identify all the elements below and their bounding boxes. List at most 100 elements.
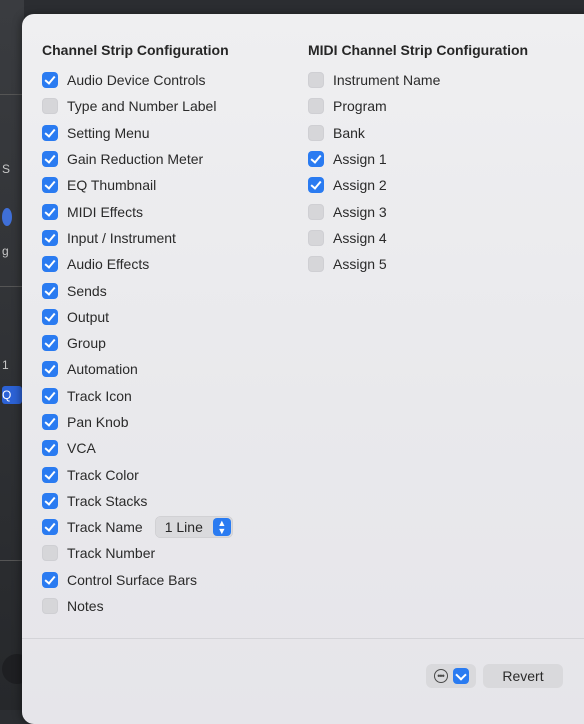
option-type-and-number-label[interactable]: Type and Number Label — [42, 93, 233, 119]
option-label: VCA — [67, 440, 96, 457]
option-label: Assign 5 — [333, 256, 387, 273]
checkbox[interactable] — [42, 124, 58, 141]
checkbox[interactable] — [42, 177, 58, 194]
checkbox[interactable] — [42, 571, 58, 588]
option-label: Assign 3 — [333, 203, 387, 220]
option-label: Gain Reduction Meter — [67, 151, 204, 168]
options-menu-button[interactable]: ••• — [426, 664, 476, 688]
option-gain-reduction-meter[interactable]: Gain Reduction Meter — [42, 146, 233, 172]
background-fragment: 1 — [2, 358, 9, 372]
checkbox[interactable] — [42, 98, 58, 115]
option-label: Pan Knob — [67, 414, 129, 430]
option-vca[interactable]: VCA — [42, 435, 233, 461]
option-bank[interactable]: Bank — [308, 120, 528, 146]
channel-strip-configuration-popover: Channel Strip Configuration Audio Device… — [22, 14, 584, 724]
checkbox[interactable] — [42, 361, 58, 378]
option-label: Group — [67, 335, 106, 352]
option-label: Input / Instrument — [67, 229, 176, 246]
option-label: Track Icon — [67, 387, 132, 404]
midi-channel-strip-column: MIDI Channel Strip Configuration Instrum… — [308, 40, 528, 277]
option-label: Assign 4 — [333, 229, 387, 246]
checkbox[interactable] — [42, 72, 58, 89]
option-control-surface-bars[interactable]: Control Surface Bars — [42, 567, 233, 593]
background-divider — [0, 94, 22, 95]
track-name-lines-select[interactable]: 1 Line ▲ ▼ — [154, 516, 233, 539]
footer-divider — [22, 638, 584, 639]
option-track-number[interactable]: Track Number — [42, 540, 233, 566]
chevron-down-icon — [452, 668, 469, 684]
option-label: EQ Thumbnail — [67, 177, 157, 194]
checkbox[interactable] — [308, 256, 324, 273]
checkbox[interactable] — [42, 335, 58, 352]
option-label: Automation — [67, 361, 138, 378]
option-label: Bank — [333, 124, 365, 141]
option-assign-4[interactable]: Assign 4 — [308, 225, 528, 251]
checkbox[interactable] — [42, 229, 58, 246]
checkbox[interactable] — [42, 598, 58, 615]
checkbox[interactable] — [308, 151, 324, 168]
checkbox[interactable] — [42, 519, 58, 536]
checkbox[interactable] — [42, 545, 58, 562]
channel-strip-column: Channel Strip Configuration Audio Device… — [42, 40, 233, 619]
option-track-stacks[interactable]: Track Stacks — [42, 488, 233, 514]
checkbox[interactable] — [42, 256, 58, 273]
option-setting-menu[interactable]: Setting Menu — [42, 120, 233, 146]
option-label: Output — [67, 308, 110, 325]
background-fragment: S — [2, 162, 11, 176]
background-divider — [0, 286, 22, 287]
channel-strip-options: Audio Device Controls Type and Number Lab… — [42, 67, 233, 619]
option-program[interactable]: Program — [308, 93, 528, 119]
option-track-name[interactable]: Track Name 1 Line ▲ ▼ — [42, 514, 233, 540]
background-fragment: g — [2, 244, 9, 258]
checkbox[interactable] — [308, 124, 324, 141]
option-notes[interactable]: Notes — [42, 593, 233, 619]
midi-channel-strip-options: Instrument Name Program Bank Assign 1 Assign… — [308, 67, 528, 277]
background-fragment: Q — [2, 388, 12, 402]
option-label: Assign 2 — [333, 177, 387, 194]
option-track-icon[interactable]: Track Icon — [42, 383, 233, 409]
option-label: Audio Effects — [67, 256, 150, 273]
checkbox[interactable] — [42, 414, 58, 430]
option-label: Track Stacks — [67, 492, 148, 509]
option-instrument-name[interactable]: Instrument Name — [308, 67, 528, 93]
option-assign-5[interactable]: Assign 5 — [308, 251, 528, 277]
checkbox[interactable] — [308, 229, 324, 246]
checkbox[interactable] — [42, 308, 58, 325]
option-label: Control Surface Bars — [67, 571, 197, 588]
checkbox[interactable] — [308, 72, 324, 89]
option-label: Track Number — [67, 545, 156, 562]
option-assign-3[interactable]: Assign 3 — [308, 198, 528, 224]
checkbox[interactable] — [308, 98, 324, 115]
checkbox[interactable] — [42, 203, 58, 220]
select-value: 1 Line — [164, 519, 203, 536]
option-audio-device-controls[interactable]: Audio Device Controls — [42, 67, 233, 93]
checkbox[interactable] — [42, 440, 58, 457]
option-assign-2[interactable]: Assign 2 — [308, 172, 528, 198]
option-input-instrument[interactable]: Input / Instrument — [42, 225, 233, 251]
option-label: Track Color — [67, 466, 139, 483]
option-pan-knob[interactable]: Pan Knob — [42, 409, 233, 435]
option-automation[interactable]: Automation — [42, 356, 233, 382]
option-group[interactable]: Group — [42, 330, 233, 356]
option-audio-effects[interactable]: Audio Effects — [42, 251, 233, 277]
option-assign-1[interactable]: Assign 1 — [308, 146, 528, 172]
revert-button[interactable]: Revert — [483, 664, 563, 688]
midi-channel-strip-title: MIDI Channel Strip Configuration — [308, 42, 529, 58]
checkbox[interactable] — [42, 282, 58, 299]
option-track-color[interactable]: Track Color — [42, 461, 233, 487]
checkbox[interactable] — [42, 492, 58, 509]
background-divider — [0, 560, 22, 561]
checkbox[interactable] — [42, 387, 58, 404]
background-blue-mark — [2, 208, 12, 226]
checkbox[interactable] — [308, 177, 324, 194]
option-label: MIDI Effects — [67, 203, 143, 220]
option-label: Program — [333, 98, 387, 115]
option-sends[interactable]: Sends — [42, 277, 233, 303]
checkbox[interactable] — [42, 151, 58, 168]
option-eq-thumbnail[interactable]: EQ Thumbnail — [42, 172, 233, 198]
option-midi-effects[interactable]: MIDI Effects — [42, 198, 233, 224]
option-label: Sends — [67, 282, 107, 299]
checkbox[interactable] — [42, 466, 58, 483]
checkbox[interactable] — [308, 203, 324, 220]
option-output[interactable]: Output — [42, 304, 233, 330]
